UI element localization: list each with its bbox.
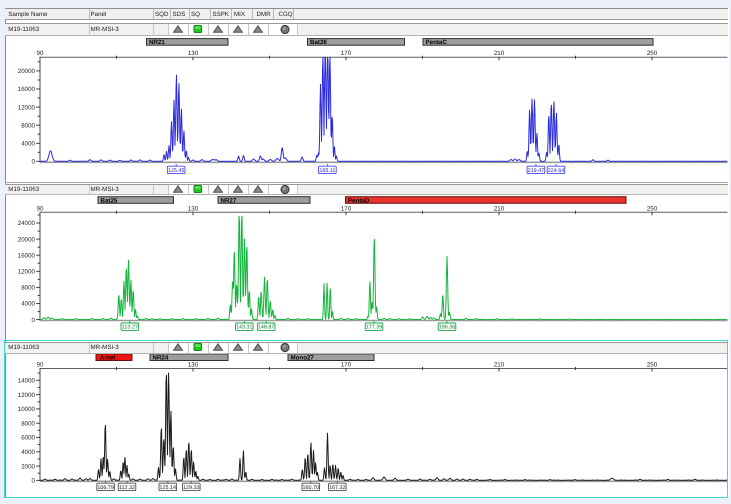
svg-text:0: 0 <box>32 317 36 324</box>
svg-text:113.27: 113.27 <box>122 325 138 331</box>
svg-text:20000: 20000 <box>18 68 36 75</box>
svg-text:Bat26: Bat26 <box>310 39 327 46</box>
svg-text:170: 170 <box>341 50 352 57</box>
svg-text:143.31: 143.31 <box>236 325 253 331</box>
svg-text:20000: 20000 <box>18 236 36 243</box>
svg-text:NR21: NR21 <box>149 39 165 46</box>
svg-text:90: 90 <box>37 50 44 57</box>
svg-text:210: 210 <box>494 205 505 212</box>
svg-text:4000: 4000 <box>21 141 35 148</box>
svg-text:148.87: 148.87 <box>258 325 275 331</box>
svg-text:8000: 8000 <box>21 285 35 292</box>
svg-text:12000: 12000 <box>18 269 36 276</box>
svg-text:224.64: 224.64 <box>548 168 565 174</box>
svg-text:210: 210 <box>494 50 505 57</box>
svg-text:NR27: NR27 <box>221 197 237 204</box>
svg-text:16000: 16000 <box>18 252 36 259</box>
svg-text:12000: 12000 <box>18 104 36 111</box>
svg-text:Bat25: Bat25 <box>101 197 118 204</box>
svg-text:165.11: 165.11 <box>319 168 335 174</box>
svg-text:8000: 8000 <box>21 122 35 129</box>
svg-text:250: 250 <box>647 50 658 57</box>
svg-text:90: 90 <box>37 205 44 212</box>
svg-text:130: 130 <box>188 205 199 212</box>
svg-text:24000: 24000 <box>18 220 36 227</box>
svg-text:219.47: 219.47 <box>528 168 545 174</box>
svg-text:177.39: 177.39 <box>366 325 383 331</box>
svg-text:250: 250 <box>647 205 658 212</box>
svg-text:196.36: 196.36 <box>439 325 456 331</box>
svg-text:0: 0 <box>32 159 36 166</box>
svg-text:16000: 16000 <box>18 86 36 93</box>
svg-text:170: 170 <box>341 205 352 212</box>
svg-text:4000: 4000 <box>21 301 35 308</box>
svg-text:130: 130 <box>188 50 199 57</box>
svg-text:PentaD: PentaD <box>348 197 370 204</box>
svg-text:125.45: 125.45 <box>168 168 185 174</box>
svg-text:PentaC: PentaC <box>426 39 448 46</box>
